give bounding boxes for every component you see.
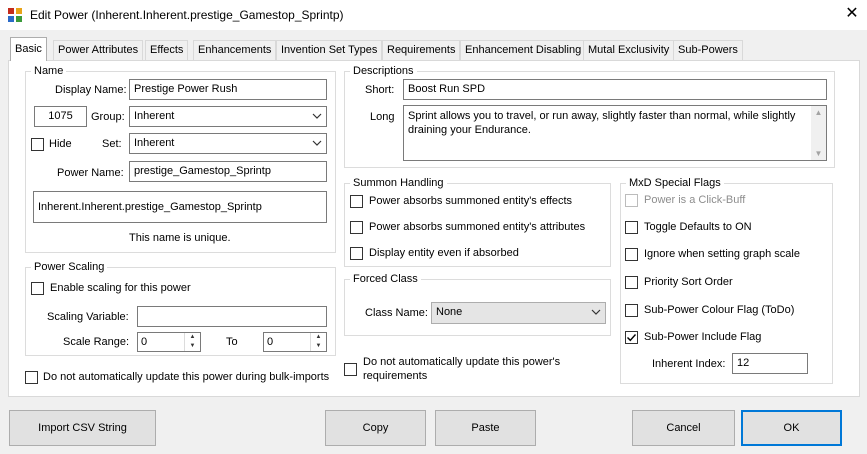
hide-label: Hide (49, 138, 72, 150)
name-group-title: Name (31, 65, 67, 77)
display-entity-checkbox[interactable] (350, 247, 363, 260)
set-dropdown-value: Inherent (134, 137, 175, 149)
tab-invention-set-types[interactable]: Invention Set Types (276, 40, 383, 60)
chevron-down-icon (591, 309, 601, 315)
descriptions-title: Descriptions (350, 65, 417, 77)
scaling-variable-label: Scaling Variable: (47, 311, 129, 323)
spin-down-icon[interactable]: ▼ (185, 342, 200, 351)
range-to-spinner[interactable]: 0 ▲ ▼ (263, 332, 327, 352)
sub-power-include-checkbox[interactable] (625, 331, 638, 344)
class-name-dropdown[interactable]: None (431, 302, 606, 324)
priority-sort-label: Priority Sort Order (644, 276, 733, 288)
absorb-effects-checkbox[interactable] (350, 195, 363, 208)
range-from-spinner[interactable]: 0 ▲ ▼ (137, 332, 201, 352)
long-description-field[interactable]: Sprint allows you to travel, or run away… (403, 105, 827, 161)
toggle-defaults-label: Toggle Defaults to ON (644, 221, 752, 233)
display-entity-label: Display entity even if absorbed (369, 247, 519, 259)
enable-scaling-checkbox[interactable] (31, 282, 44, 295)
set-dropdown[interactable]: Inherent (129, 133, 327, 154)
inherent-index-field[interactable]: 12 (732, 353, 808, 374)
mxd-flags-title: MxD Special Flags (626, 177, 724, 189)
paste-button[interactable]: Paste (435, 410, 536, 446)
tab-requirements[interactable]: Requirements (382, 40, 461, 60)
tab-power-attributes[interactable]: Power Attributes (53, 40, 144, 60)
ignore-graph-scale-checkbox[interactable] (625, 248, 638, 261)
click-buff-checkbox (625, 194, 638, 207)
spin-down-icon[interactable]: ▼ (311, 342, 326, 351)
full-name-field[interactable]: Inherent.Inherent.prestige_Gamestop_Spri… (33, 191, 327, 223)
short-label: Short: (365, 84, 395, 96)
forced-class-title: Forced Class (350, 273, 421, 285)
inherent-index-label: Inherent Index: (652, 358, 726, 370)
cancel-button[interactable]: Cancel (632, 410, 735, 446)
power-name-label: Power Name: (57, 167, 124, 179)
spinner-buttons[interactable]: ▲ ▼ (184, 333, 200, 351)
tab-basic[interactable]: Basic (10, 37, 47, 61)
long-description-scrollbar[interactable]: ▲ ▼ (811, 106, 826, 160)
range-to-value: 0 (267, 336, 274, 348)
name-unique-status: This name is unique. (129, 232, 231, 244)
set-label: Set: (102, 138, 122, 150)
group-dropdown-value: Inherent (134, 110, 175, 122)
absorb-attributes-label: Power absorbs summoned entity's attribut… (369, 221, 586, 233)
to-label: To (226, 336, 238, 348)
no-bulk-import-label: Do not automatically update this power d… (43, 371, 330, 383)
sub-power-include-label: Sub-Power Include Flag (644, 331, 762, 343)
power-name-field[interactable]: prestige_Gamestop_Sprintp (129, 161, 327, 182)
spinner-buttons[interactable]: ▲ ▼ (310, 333, 326, 351)
absorb-effects-label: Power absorbs summoned entity's effects (369, 195, 573, 207)
scaling-variable-field[interactable] (137, 306, 327, 327)
click-buff-label: Power is a Click-Buff (644, 194, 746, 206)
no-bulk-import-checkbox[interactable] (25, 371, 38, 384)
class-name-value: None (436, 306, 463, 318)
toggle-defaults-checkbox[interactable] (625, 221, 638, 234)
enable-scaling-label: Enable scaling for this power (50, 282, 191, 294)
range-from-value: 0 (141, 336, 148, 348)
display-name-field[interactable]: Prestige Power Rush (129, 79, 327, 100)
chevron-down-icon (312, 113, 322, 119)
chevron-down-icon (312, 140, 322, 146)
scroll-up-icon[interactable]: ▲ (811, 106, 826, 117)
sub-power-colour-checkbox[interactable] (625, 304, 638, 317)
tab-enhancement-disabling[interactable]: Enhancement Disabling (460, 40, 587, 60)
app-icon (8, 8, 22, 22)
ok-button[interactable]: OK (741, 410, 842, 446)
no-update-requirements-checkbox[interactable] (344, 363, 357, 376)
tab-effects[interactable]: Effects (145, 40, 189, 60)
tab-sub-powers[interactable]: Sub-Powers (673, 40, 743, 60)
tab-mutal-exclusivity[interactable]: Mutal Exclusivity (583, 40, 675, 60)
sub-power-colour-label: Sub-Power Colour Flag (ToDo) (644, 304, 795, 316)
power-index-field[interactable]: 1075 (34, 106, 87, 127)
class-name-label: Class Name: (365, 307, 428, 319)
spin-up-icon[interactable]: ▲ (311, 333, 326, 342)
scale-range-label: Scale Range: (63, 336, 130, 348)
long-description-text: Sprint allows you to travel, or run away… (408, 110, 796, 136)
power-scaling-title: Power Scaling (31, 261, 108, 273)
group-label: Group: (91, 111, 125, 123)
window-title: Edit Power (Inherent.Inherent.prestige_G… (30, 8, 344, 22)
priority-sort-checkbox[interactable] (625, 276, 638, 289)
close-icon[interactable]: ✕ (842, 4, 862, 24)
group-dropdown[interactable]: Inherent (129, 106, 327, 127)
no-update-requirements-label: Do not automatically update this power's… (363, 356, 561, 382)
display-name-label: Display Name: (55, 84, 127, 96)
short-description-field[interactable]: Boost Run SPD (403, 79, 827, 100)
spin-up-icon[interactable]: ▲ (185, 333, 200, 342)
long-label: Long (370, 111, 395, 123)
copy-button[interactable]: Copy (325, 410, 426, 446)
scroll-down-icon[interactable]: ▼ (811, 149, 826, 158)
import-csv-button[interactable]: Import CSV String (9, 410, 156, 446)
absorb-attributes-checkbox[interactable] (350, 221, 363, 234)
summon-handling-title: Summon Handling (350, 177, 447, 189)
checkmark-icon (627, 334, 637, 342)
ignore-graph-scale-label: Ignore when setting graph scale (644, 248, 800, 260)
hide-checkbox[interactable] (31, 138, 44, 151)
tab-enhancements[interactable]: Enhancements (193, 40, 277, 60)
